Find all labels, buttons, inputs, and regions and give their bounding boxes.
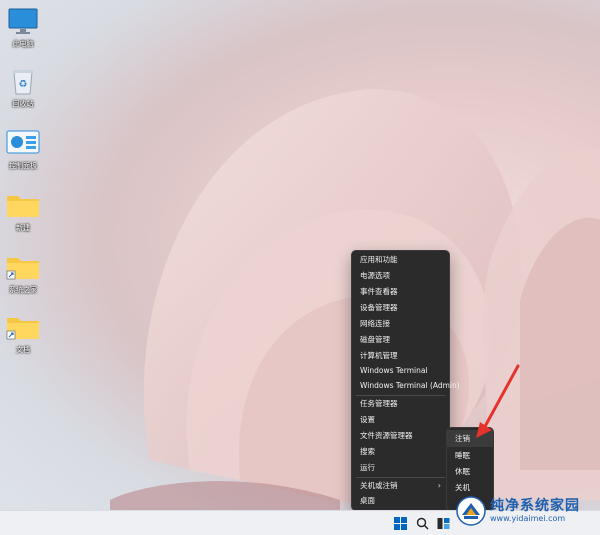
desktop-wallpaper	[0, 0, 600, 534]
site-watermark: 纯净系统家园 www.yidaimei.com	[456, 496, 580, 526]
menu-item-run[interactable]: 运行	[352, 460, 449, 476]
folder-shortcut-icon	[6, 252, 40, 282]
menu-item-windows-terminal[interactable]: Windows Terminal	[352, 363, 449, 379]
winx-context-menu: 应用和功能 电源选项 事件查看器 设备管理器 网络连接 磁盘管理 计算机管理 W…	[351, 250, 460, 511]
watermark-url: www.yidaimei.com	[490, 513, 566, 523]
submenu-item-sleep[interactable]: 睡眠	[447, 447, 493, 464]
submenu-item-hibernate[interactable]: 休眠	[447, 463, 493, 480]
folder-icon	[6, 190, 40, 220]
menu-item-file-explorer[interactable]: 文件资源管理器	[352, 428, 449, 444]
desktop-icon-new-folder[interactable]: 新建	[0, 190, 46, 233]
desktop-icon-control-panel[interactable]: 控制面板	[0, 128, 46, 171]
menu-item-search[interactable]: 搜索	[352, 444, 449, 460]
menu-item-windows-terminal-admin[interactable]: Windows Terminal (Admin)	[352, 378, 460, 394]
folder-shortcut-icon	[6, 312, 40, 342]
desktop-icon-recycle-bin[interactable]: ♻ 回收站	[0, 66, 46, 109]
desktop-icon-label: 控制面板	[9, 162, 37, 170]
start-icon[interactable]	[392, 515, 408, 531]
desktop-icon-shortcut-folder[interactable]: 系统之家	[0, 252, 46, 295]
menu-item-event-viewer[interactable]: 事件查看器	[352, 284, 449, 300]
desktop-icon-this-pc[interactable]: 此电脑	[0, 6, 46, 49]
menu-item-desktop[interactable]: 桌面	[352, 493, 449, 509]
search-icon[interactable]	[414, 515, 430, 531]
bloom-graphic	[110, 89, 600, 510]
menu-item-device-manager[interactable]: 设备管理器	[352, 300, 449, 316]
annotation-arrow-icon	[476, 364, 520, 438]
watermark-logo-icon	[456, 496, 486, 526]
desktop-icon-label: 新建	[16, 224, 30, 232]
menu-item-network-connections[interactable]: 网络连接	[352, 316, 449, 332]
menu-item-computer-management[interactable]: 计算机管理	[352, 348, 449, 364]
menu-item-label: 关机或注销	[360, 481, 398, 490]
menu-item-power-options[interactable]: 电源选项	[352, 268, 449, 284]
menu-item-disk-management[interactable]: 磁盘管理	[352, 332, 449, 348]
menu-item-apps-features[interactable]: 应用和功能	[352, 252, 449, 268]
task-view-icon[interactable]	[435, 515, 451, 531]
chevron-right-icon: ›	[437, 481, 441, 490]
menu-item-settings[interactable]: 设置	[352, 412, 449, 428]
menu-item-shutdown-signout[interactable]: 关机或注销 ›	[352, 478, 449, 494]
menu-item-task-manager[interactable]: 任务管理器	[352, 396, 449, 412]
recycle-bin-icon: ♻	[6, 66, 40, 96]
svg-text:♻: ♻	[19, 79, 28, 90]
desktop-icon-label: 回收站	[12, 100, 34, 108]
desktop-icon-documents[interactable]: 文档	[0, 312, 46, 355]
submenu-item-shutdown[interactable]: 关机	[447, 479, 493, 496]
watermark-title: 纯净系统家园	[490, 497, 580, 514]
monitor-icon	[6, 6, 40, 36]
desktop-icon-label: 此电脑	[12, 40, 34, 48]
control-panel-icon	[6, 128, 40, 158]
desktop-icon-label: 文档	[16, 346, 30, 354]
desktop-icon-label: 系统之家	[9, 286, 37, 294]
